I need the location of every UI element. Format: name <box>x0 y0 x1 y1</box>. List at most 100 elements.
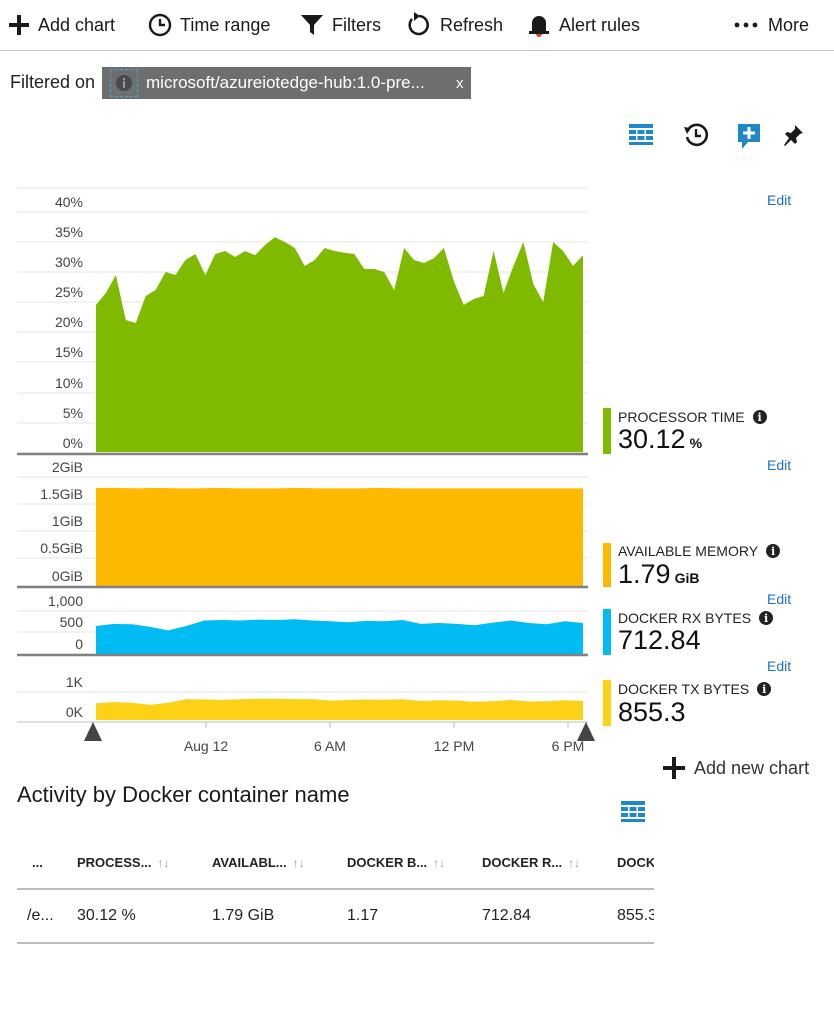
legend-available-memory: AVAILABLE MEMORY i <box>618 543 781 559</box>
y-tick-label: 5% <box>63 405 83 421</box>
y-tick-label: 15% <box>55 344 83 360</box>
filters-button[interactable]: Filters <box>300 0 381 50</box>
table-cell: /e... <box>17 889 77 944</box>
legend-bar-processor-time <box>603 408 611 454</box>
edit-link-3[interactable]: Edit <box>767 591 791 607</box>
y-tick-label: 0% <box>63 435 83 451</box>
info-icon[interactable]: i <box>766 544 781 558</box>
sort-icon[interactable]: ↑↓ <box>157 856 169 870</box>
pin-icon[interactable] <box>782 124 804 146</box>
column-header-label: PROCESS... <box>77 854 152 870</box>
range-handle-right[interactable] <box>577 722 595 741</box>
edit-link-2[interactable]: Edit <box>767 457 791 473</box>
y-tick-label: 1.5GiB <box>40 486 83 502</box>
table-cell: 712.84 <box>482 889 617 944</box>
feedback-icon[interactable] <box>736 122 762 150</box>
legend-value-docker-rx: 712.84 <box>618 625 701 656</box>
sort-icon[interactable]: ↑↓ <box>433 856 445 870</box>
add-new-chart-label: Add new chart <box>694 757 810 778</box>
table-cell: 30.12 % <box>77 889 212 944</box>
filters-label: Filters <box>332 14 381 35</box>
y-tick-label: 0K <box>66 704 84 720</box>
legend-bar-docker-tx <box>603 680 611 726</box>
y-tick-label: 40% <box>55 194 83 210</box>
column-header-3[interactable]: DOCKER B... ↑↓ <box>347 836 482 890</box>
time-range-button[interactable]: Time range <box>148 0 270 50</box>
y-tick-label: 0.5GiB <box>40 540 83 556</box>
column-header-5[interactable]: DOCK <box>617 836 654 890</box>
table-cell: 855.3 <box>617 889 654 944</box>
add-chart-label: Add chart <box>38 14 116 35</box>
legend-name: DOCKER RX BYTES <box>618 610 752 626</box>
y-tick-label: 0 <box>75 636 83 652</box>
table-title: Activity by Docker container name <box>17 782 350 807</box>
refresh-button[interactable]: Refresh <box>406 0 503 50</box>
table-cell: 1.17 <box>347 889 482 944</box>
metrics-chart[interactable]: 40% 35% 30% 25% 20% 15% 10% 5% 0% 2GiB 1.5GiB 1GiB 0… <box>0 180 600 780</box>
legend-name: AVAILABLE MEMORY <box>618 543 759 559</box>
range-handle-left[interactable] <box>84 722 102 741</box>
legend-value-available-memory: 1.79 GiB <box>618 559 699 590</box>
grid-icon[interactable] <box>629 124 653 146</box>
plus-icon <box>663 757 685 779</box>
column-header-label: DOCK <box>617 854 654 870</box>
more-button[interactable]: More <box>734 0 809 50</box>
column-header-1[interactable]: PROCESS... ↑↓ <box>77 836 212 890</box>
table-header-row: ... PROCESS... ↑↓ AVAILABL... ↑↓ DOCKER B.… <box>17 836 654 890</box>
refresh-icon <box>408 12 429 36</box>
add-chart-button[interactable]: Add chart <box>8 0 115 50</box>
ellipsis-icon <box>734 22 758 28</box>
alert-rules-button[interactable]: Alert rules <box>527 0 640 50</box>
bell-icon <box>529 16 549 37</box>
y-tick-label: 25% <box>55 284 83 300</box>
y-tick-label: 1,000 <box>48 593 83 609</box>
table-row[interactable]: /e... 30.12 % 1.79 GiB 1.17 712.84 855.3 <box>17 889 654 944</box>
filter-chip-close-button[interactable]: x <box>456 75 464 92</box>
y-tick-label: 500 <box>60 614 84 630</box>
column-header-0[interactable]: ... <box>17 836 77 890</box>
legend-unit: % <box>689 435 703 451</box>
y-tick-label: 10% <box>55 375 83 391</box>
column-header-label: ... <box>32 854 43 870</box>
legend-docker-tx: DOCKER TX BYTES i <box>618 681 772 697</box>
edit-link-4[interactable]: Edit <box>767 658 791 674</box>
y-tick-label: 20% <box>55 314 83 330</box>
column-header-label: AVAILABL... <box>212 854 287 870</box>
y-tick-label: 0GiB <box>52 568 83 584</box>
info-icon[interactable]: i <box>759 611 774 625</box>
y-tick-label: 30% <box>55 254 83 270</box>
column-header-label: DOCKER B... <box>347 854 428 870</box>
chart-panels: 40% 35% 30% 25% 20% 15% 10% 5% 0% 2GiB 1.5GiB 1GiB 0… <box>17 187 595 754</box>
legend-value: 1.79 <box>618 559 671 589</box>
edit-link-1[interactable]: Edit <box>767 192 791 208</box>
info-icon[interactable]: i <box>752 410 767 424</box>
sort-icon[interactable]: ↑↓ <box>568 856 580 870</box>
info-icon <box>110 69 138 97</box>
legend-value-processor-time: 30.12% <box>618 424 702 455</box>
legend-name: PROCESSOR TIME <box>618 409 745 425</box>
filter-chip[interactable]: microsoft/azureiotedge-hub:1.0-pre... x <box>102 67 471 99</box>
series-area-0 <box>96 237 583 452</box>
legend-bar-available-memory <box>603 543 611 587</box>
column-header-2[interactable]: AVAILABL... ↑↓ <box>212 836 347 890</box>
grid-icon[interactable] <box>621 801 645 823</box>
clock-icon <box>148 13 172 37</box>
legend-value: 30.12 <box>618 424 686 454</box>
legend-name: DOCKER TX BYTES <box>618 681 750 697</box>
column-header-4[interactable]: DOCKER R... ↑↓ <box>482 836 617 890</box>
refresh-label: Refresh <box>440 14 504 35</box>
legend-value: 855.3 <box>618 697 686 727</box>
add-new-chart-button[interactable]: Add new chart <box>662 756 809 780</box>
info-icon[interactable]: i <box>757 682 772 696</box>
time-range-label: Time range <box>180 14 271 35</box>
legend-value: 712.84 <box>618 625 701 655</box>
legend-processor-time: PROCESSOR TIME i <box>618 409 767 425</box>
x-tick-label: 6 AM <box>314 738 346 754</box>
series-area-1 <box>96 487 583 586</box>
alert-rules-label: Alert rules <box>559 14 641 35</box>
sort-icon[interactable]: ↑↓ <box>293 856 305 870</box>
x-tick-label: 12 PM <box>434 738 474 754</box>
legend-docker-rx: DOCKER RX BYTES i <box>618 610 774 626</box>
history-icon[interactable] <box>683 122 709 148</box>
legend-unit: GiB <box>674 570 700 586</box>
